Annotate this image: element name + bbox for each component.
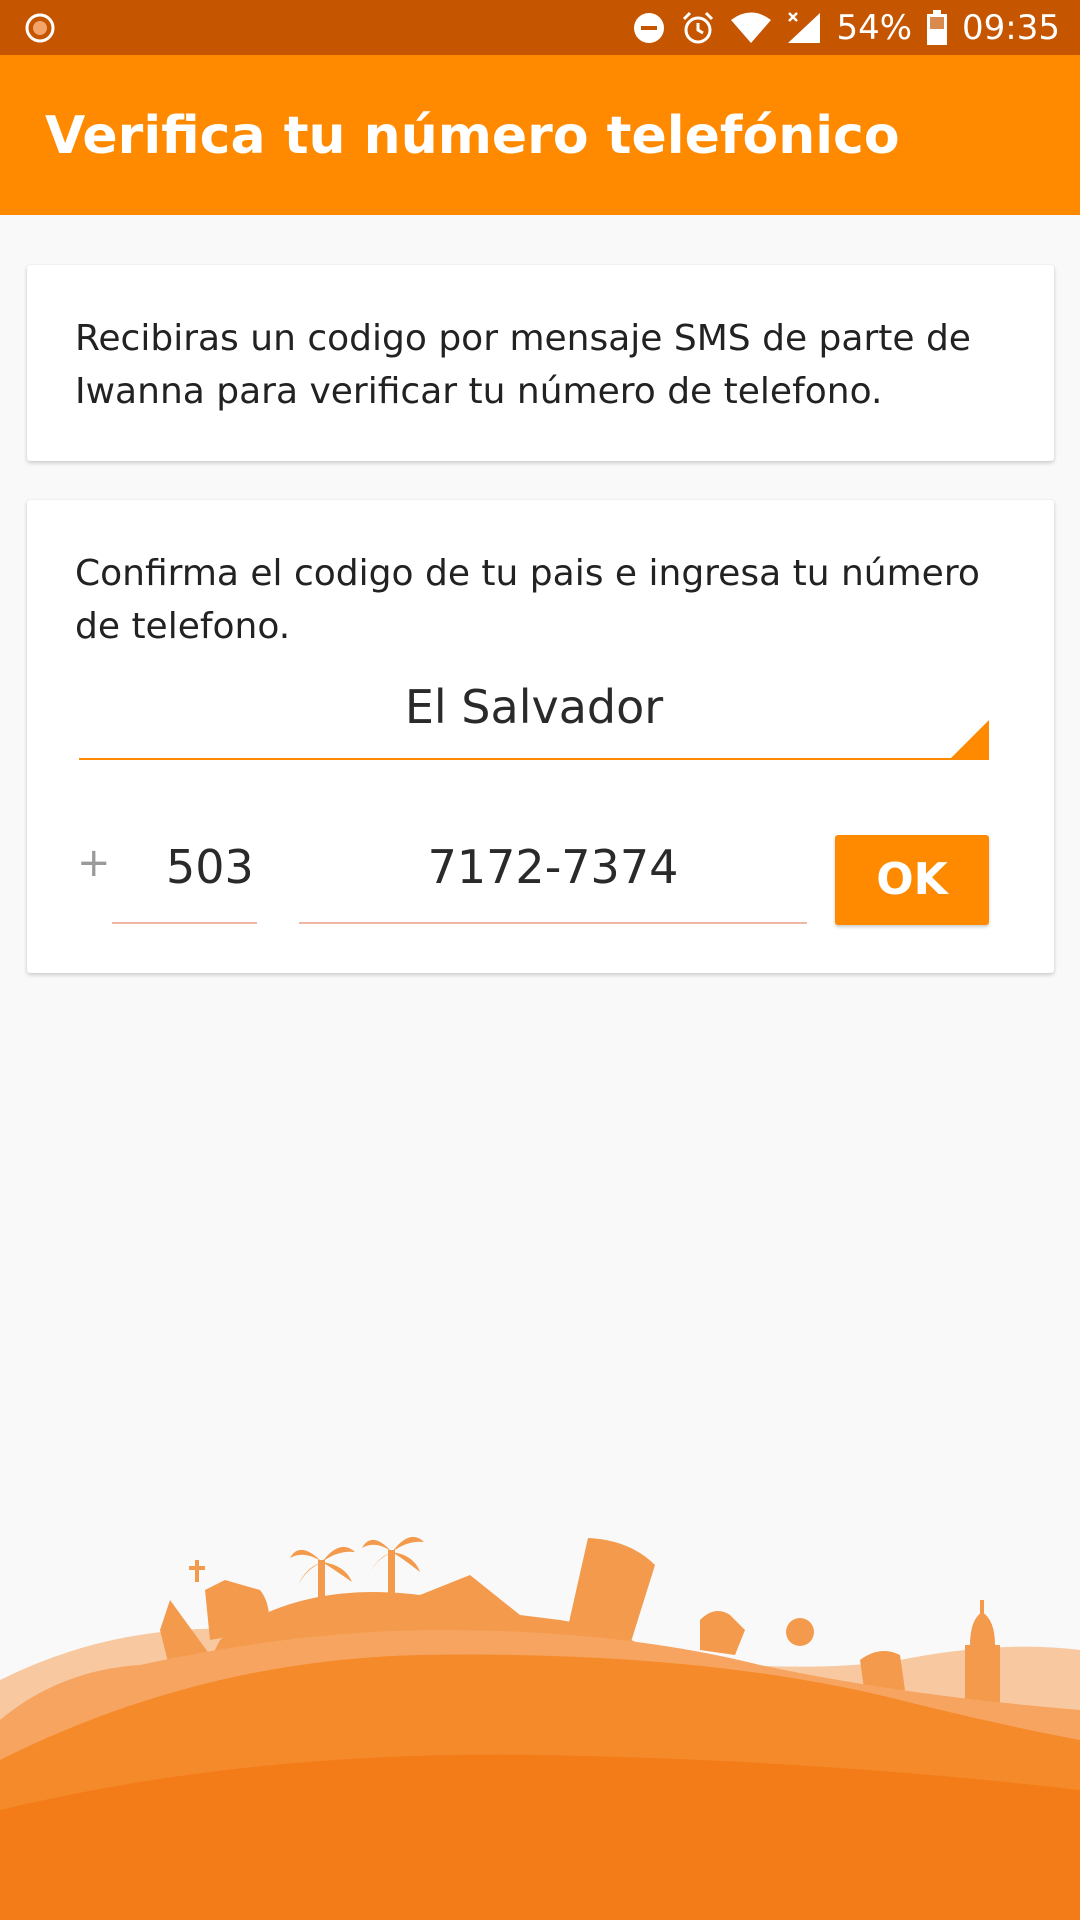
wifi-icon <box>731 12 772 43</box>
plus-sign: + <box>77 840 111 886</box>
info-text: Recibiras un codigo por mensaje SMS de p… <box>75 318 971 412</box>
page-title: Verifica tu número telefónico <box>45 106 900 166</box>
status-icons: 54% 09:35 <box>632 0 1060 55</box>
phone-number-value: 7172-7374 <box>427 840 679 894</box>
landscape-illustration <box>0 1536 1080 1920</box>
country-code-input[interactable]: 503 <box>112 822 257 924</box>
app-bar: Verifica tu número telefónico <box>0 55 1080 215</box>
country-dropdown[interactable]: El Salvador <box>79 670 989 760</box>
alarm-icon <box>683 11 714 43</box>
ok-button[interactable]: OK <box>835 835 989 925</box>
dropdown-arrow-icon <box>951 720 989 758</box>
record-icon <box>25 13 55 43</box>
battery-percentage: 54% <box>836 7 913 48</box>
signal-icon <box>788 11 821 43</box>
clock: 09:35 <box>962 7 1060 48</box>
instruction-text: Confirma el codigo de tu pais e ingresa … <box>75 553 980 647</box>
phone-card: Confirma el codigo de tu pais e ingresa … <box>27 500 1054 973</box>
country-value: El Salvador <box>404 680 664 734</box>
country-code-value: 503 <box>166 840 254 894</box>
phone-number-input[interactable]: 7172-7374 <box>299 822 807 924</box>
status-bar: 54% 09:35 <box>0 0 1080 55</box>
do-not-disturb-icon <box>634 12 665 43</box>
info-card: Recibiras un codigo por mensaje SMS de p… <box>27 265 1054 461</box>
battery-icon <box>927 9 948 45</box>
